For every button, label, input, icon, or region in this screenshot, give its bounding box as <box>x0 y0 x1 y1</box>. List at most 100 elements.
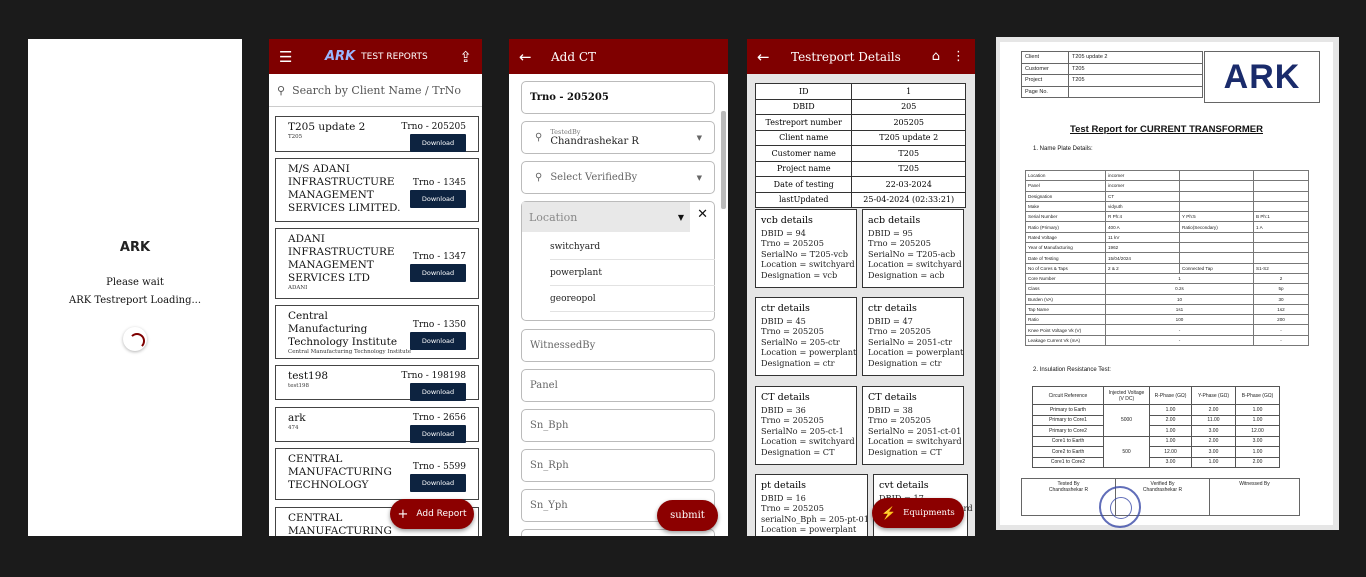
ir-value: 3.00 <box>1149 456 1192 468</box>
ir-row: Core1 to Earth 500 1.00 2.00 3.00 <box>1032 435 1280 468</box>
header-key: Client <box>1021 51 1069 64</box>
nameplate-value <box>1179 200 1254 213</box>
report-card[interactable]: ark 474 Trno - 2656 Download <box>275 407 479 443</box>
section-insulation: 2. Insulation Resistance Test: <box>1033 367 1111 373</box>
download-button[interactable]: Download <box>410 264 466 282</box>
company-stamp <box>1099 486 1141 528</box>
upload-icon[interactable]: ⇪ <box>450 48 472 66</box>
report-card[interactable]: M/S ADANI INFRASTRUCTURE MANAGEMENT SERV… <box>275 158 479 222</box>
core-key: Tap Name <box>1025 303 1106 316</box>
field-sn-rph[interactable]: Sn_Rph <box>521 449 715 482</box>
card-title: ctr details <box>868 303 917 314</box>
equipment-card[interactable]: vcb details DBID = 94 Trno = 205205 SerialN… <box>755 209 857 288</box>
location-option[interactable]: powerplant <box>550 260 715 286</box>
download-button[interactable]: Download <box>410 134 466 152</box>
ir-header: B-Phase (GΩ) <box>1235 386 1280 405</box>
field-panel[interactable]: Panel <box>521 369 715 402</box>
ir-row: Primary to Core1 2.00 11.00 1.00 <box>1032 414 1280 426</box>
card-line: SerialNo = T205-acb <box>868 248 956 259</box>
more-vert-icon[interactable]: ⋮ <box>952 49 965 64</box>
nameplate-value <box>1253 252 1309 264</box>
header-row: Customer T205 <box>1021 62 1203 75</box>
equipment-card[interactable]: pt details DBID = 16 Trno = 205205 serialNo… <box>755 474 869 536</box>
search-input[interactable]: Search by Client Name / TrNo <box>292 84 461 97</box>
card-line: Trno = 205205 <box>868 238 931 249</box>
location-option[interactable]: georeopol <box>550 286 715 312</box>
header-value: T205 update 2 <box>1068 51 1203 64</box>
field-sn-bph[interactable]: Sn_Bph <box>521 409 715 442</box>
core-value: - <box>1105 334 1254 347</box>
ir-value: 2.00 <box>1191 435 1236 447</box>
report-card[interactable]: Central Manufacturing Technology Institu… <box>275 305 479 359</box>
report-card[interactable]: test198 test198 Trno - 198198 Download <box>275 365 479 401</box>
ir-value: 2.00 <box>1149 414 1192 426</box>
ir-header: R-Phase (GΩ) <box>1149 386 1192 405</box>
equipment-card[interactable]: acb details DBID = 95 Trno = 205205 SerialN… <box>862 209 964 288</box>
nameplate-value: incomer <box>1105 180 1180 192</box>
ir-row: Primary to Core2 1.00 3.00 12.00 <box>1032 425 1280 437</box>
trno-field: Trno - 205205 <box>521 81 715 114</box>
download-button[interactable]: Download <box>410 474 466 492</box>
card-line: Designation = CT <box>761 446 835 457</box>
ir-circuit: Primary to Earth <box>1032 404 1104 416</box>
ir-circuit: Core1 to Core2 <box>1032 456 1104 468</box>
detail-value: 205205 <box>851 114 966 131</box>
location-dropdown[interactable]: Location ▼ ✕ switchyard powerplant georeop… <box>521 201 715 321</box>
equipment-card[interactable]: CT details DBID = 38 Trno = 205205 SerialNo… <box>862 386 964 465</box>
equipment-card[interactable]: ctr details DBID = 47 Trno = 205205 SerialN… <box>862 297 964 376</box>
field-placeholder: Sn_Yph <box>530 500 568 511</box>
ir-value: 12.00 <box>1235 425 1280 437</box>
report-name: Central Manufacturing Technology Institu… <box>288 310 398 348</box>
report-name: T205 update 2 <box>288 121 366 133</box>
ir-voltage: 5000 <box>1103 404 1150 437</box>
back-arrow-icon[interactable]: ← <box>757 48 779 66</box>
core-key: Burden (VA) <box>1025 293 1106 305</box>
scrollbar[interactable] <box>721 111 726 209</box>
ir-voltage: 500 <box>1103 435 1150 468</box>
nameplate-value <box>1179 190 1254 202</box>
nameplate-row: Location incomer <box>1025 169 1309 182</box>
menu-icon[interactable]: ☰ <box>279 48 301 66</box>
submit-button[interactable]: submit <box>657 500 718 531</box>
nameplate-key: Serial Number <box>1025 211 1106 223</box>
core-row: Ratio 100 200 <box>1025 314 1309 326</box>
home-icon[interactable]: ⌂ <box>932 49 940 64</box>
dropdown-arrow-icon: ▼ <box>677 212 684 222</box>
test-reports-screen: ☰ ARK TEST REPORTS ⇪ ⚲ Search by Client … <box>269 39 482 536</box>
field-witnessedby[interactable]: WitnessedBy <box>521 329 715 362</box>
report-card[interactable]: CENTRAL MANUFACTURING TECHNOLOGY Trno - 5… <box>275 448 479 500</box>
nameplate-key: Year of Manufacturing <box>1025 242 1106 254</box>
card-line: DBID = 36 <box>761 404 806 415</box>
header-key: Project <box>1021 74 1069 87</box>
download-button[interactable]: Download <box>410 190 466 208</box>
add-report-button[interactable]: + Add Report <box>390 499 474 529</box>
field-placeholder: Sn_Rph <box>530 460 569 471</box>
report-card[interactable]: T205 update 2 T205 Trno - 205205 Download <box>275 116 479 152</box>
header-row: Client T205 update 2 <box>1021 51 1203 64</box>
verified-by-select[interactable]: ⚲ Select VerifiedBy ▼ <box>521 161 715 194</box>
ir-header: Injected Voltage (V DC) <box>1103 386 1150 405</box>
search-bar[interactable]: ⚲ Search by Client Name / TrNo <box>269 74 482 107</box>
equipments-button[interactable]: ⚡ Equipments <box>872 498 964 528</box>
back-arrow-icon[interactable]: ← <box>519 48 541 66</box>
card-line: Designation = CT <box>868 446 942 457</box>
witnessed-by-cell: Witnessed By <box>1209 478 1300 516</box>
download-button[interactable]: Download <box>410 332 466 350</box>
equipment-card[interactable]: CT details DBID = 36 Trno = 205205 SerialNo… <box>755 386 857 465</box>
core-value: 200 <box>1253 314 1309 326</box>
location-input[interactable]: Location ▼ <box>522 202 690 232</box>
equipment-card[interactable]: ctr details DBID = 45 Trno = 205205 SerialN… <box>755 297 857 376</box>
tested-by-select[interactable]: ⚲ TestedBy Chandrashekar R ▼ <box>521 121 715 154</box>
close-icon[interactable]: ✕ <box>697 207 708 222</box>
ir-value: 1.00 <box>1191 456 1236 468</box>
download-button[interactable]: Download <box>410 425 466 443</box>
core-key: Class <box>1025 283 1106 295</box>
nameplate-row: Rated Voltage 11 kV <box>1025 231 1309 244</box>
download-button[interactable]: Download <box>410 383 466 401</box>
field-placeholder: Panel <box>530 380 558 391</box>
report-name: M/S ADANI INFRASTRUCTURE MANAGEMENT SERV… <box>288 163 401 214</box>
core-row: Class 0.2s 5p <box>1025 283 1309 295</box>
report-card[interactable]: ADANI INFRASTRUCTURE MANAGEMENT SERVICES… <box>275 228 479 299</box>
location-option[interactable]: switchyard <box>550 234 715 260</box>
detail-row: DBID 205 <box>754 98 966 115</box>
